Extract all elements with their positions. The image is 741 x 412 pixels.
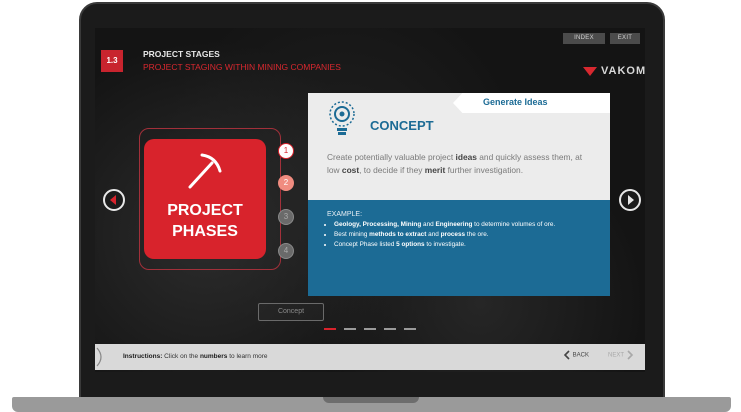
- previous-arrow-button[interactable]: [103, 189, 125, 211]
- arrow-right-icon: [628, 195, 634, 205]
- next-arrow-button[interactable]: [619, 189, 641, 211]
- phase-number-3[interactable]: 3: [278, 209, 294, 225]
- lightbulb-gear-icon: [329, 101, 355, 135]
- exit-button[interactable]: EXIT: [610, 33, 640, 44]
- pickaxe-icon: [188, 153, 222, 189]
- progress-dot-5[interactable]: [404, 328, 416, 330]
- course-screen: INDEX EXIT 1.3 PROJECT STAGES PROJECT ST…: [95, 28, 645, 372]
- section-number-badge: 1.3: [101, 50, 123, 72]
- phases-title-line2: PHASES: [172, 223, 238, 240]
- page-subtitle: PROJECT STAGING WITHIN MINING COMPANIES: [143, 62, 341, 72]
- example-item: Geology, Processing, Mining and Engineer…: [334, 220, 609, 230]
- index-button[interactable]: INDEX: [563, 33, 605, 44]
- project-phases-card: PROJECT PHASES: [144, 139, 266, 259]
- instruction-text: Instructions: Click on the numbers to le…: [123, 353, 268, 360]
- progress-dot-2[interactable]: [344, 328, 356, 330]
- page-title: PROJECT STAGES: [143, 49, 220, 59]
- concept-button[interactable]: Concept: [258, 303, 324, 321]
- example-item: Concept Phase listed 5 options to invest…: [334, 240, 609, 250]
- phase-number-2[interactable]: 2: [278, 175, 294, 191]
- brand-mark-icon: [583, 66, 597, 76]
- laptop-notch: [323, 397, 419, 403]
- phase-number-4[interactable]: 4: [278, 243, 294, 259]
- chevron-right-icon: [627, 350, 633, 360]
- example-list: Geology, Processing, Mining and Engineer…: [326, 220, 609, 250]
- concept-title: CONCEPT: [370, 118, 434, 133]
- example-label: EXAMPLE:: [327, 211, 363, 218]
- chevron-left-icon: [563, 350, 570, 360]
- progress-dot-1[interactable]: [324, 328, 336, 330]
- brand-name: VAKOM: [601, 65, 645, 77]
- back-button[interactable]: BACK: [563, 350, 589, 360]
- progress-dot-4[interactable]: [384, 328, 396, 330]
- panel-tab-label: Generate Ideas: [483, 97, 548, 107]
- concept-description: Create potentially valuable project idea…: [327, 152, 583, 175]
- phases-title-line1: PROJECT: [167, 202, 243, 219]
- back-label: BACK: [572, 352, 590, 359]
- progress-dot-3[interactable]: [364, 328, 376, 330]
- phase-number-1[interactable]: 1: [278, 143, 294, 159]
- next-button[interactable]: NEXT: [608, 350, 634, 360]
- arrow-left-icon: [110, 195, 116, 205]
- brand-logo: VAKOM: [583, 65, 645, 77]
- next-label: NEXT: [608, 352, 624, 359]
- example-item: Best mining methods to extract and proce…: [334, 230, 609, 240]
- instruction-toggle-icon[interactable]: [95, 344, 109, 370]
